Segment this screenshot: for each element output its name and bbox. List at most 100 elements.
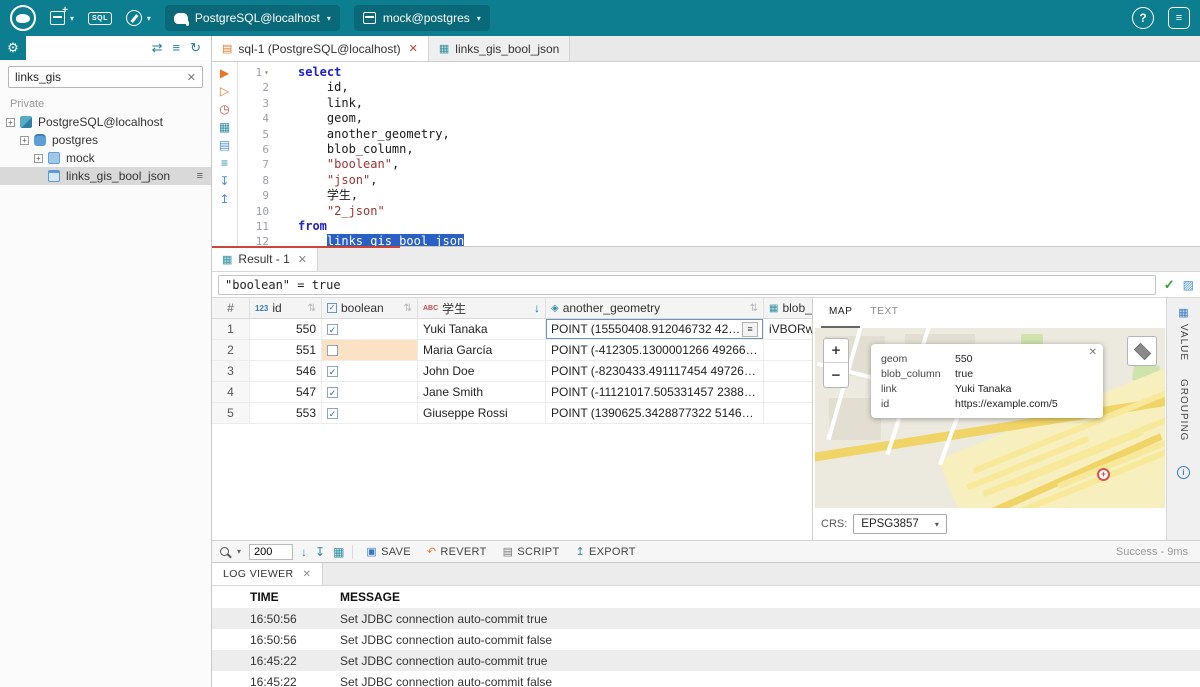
apply-filter-icon[interactable]: ✓ [1164,277,1175,293]
tab-text[interactable]: TEXT [862,304,906,328]
fold-icon[interactable]: ▾ [264,65,269,80]
cell-geometry[interactable]: POINT (-412305.1300001266 4926696.669635… [546,340,764,360]
cell-id[interactable]: 547 [250,382,322,402]
sql-code[interactable]: select id, link, geom, another_geometry,… [272,62,1200,246]
cell-boolean[interactable]: ✓ [322,319,418,339]
cell-boolean[interactable]: ✓ [322,361,418,381]
explain-plan-icon[interactable]: ▦ [219,121,230,134]
search-input[interactable] [15,70,187,84]
crs-select[interactable]: EPSG3857 ▾ [853,514,947,534]
tab-log-viewer[interactable]: LOG VIEWER ✕ [212,563,323,585]
column-header-student[interactable]: ABC学生↓ [418,298,546,318]
cell-id[interactable]: 550 [250,319,322,339]
tab-map[interactable]: MAP [821,304,860,328]
tab-table-editor[interactable]: ▦ links_gis_bool_json [429,36,570,61]
cell-boolean[interactable] [322,340,418,360]
expand-icon[interactable]: + [20,136,29,145]
cell-geometry[interactable]: POINT (-8230433.491117454 4972687.535733… [546,361,764,381]
expand-icon[interactable]: + [6,118,15,127]
cell-student[interactable]: Maria García [418,340,546,360]
expand-icon[interactable]: + [34,154,43,163]
cell-id[interactable]: 551 [250,340,322,360]
cell-blob[interactable] [764,361,812,381]
cell-student[interactable]: Yuki Tanaka [418,319,546,339]
sql-doc-icon[interactable]: ▤ [219,139,230,152]
close-icon[interactable]: ✕ [298,253,307,266]
fetch-size-input[interactable] [249,544,293,560]
clear-search-icon[interactable]: ✕ [187,71,196,84]
open-value-editor-button[interactable]: ≡ [742,322,758,337]
navigator-settings-button[interactable]: ⚙ [0,36,26,60]
cell-boolean[interactable]: ✓ [322,403,418,423]
sql-editor[interactable]: ▶ ▷ ◷ ▦ ▤ ≡ ↧ ↥ 1▾23456789101112 select … [212,62,1200,246]
info-icon[interactable]: i [1177,466,1190,479]
cell-blob[interactable] [764,382,812,402]
cell-blob[interactable]: iVBORw0KGg [764,319,812,339]
schedule-icon[interactable]: ◷ [219,103,229,116]
sql-editor-button[interactable]: SQL [88,12,112,25]
tab-sql-editor[interactable]: ▤ sql-1 (PostgreSQL@localhost) ✕ [212,36,429,61]
panel-tab-value[interactable]: ▦VALUE [1178,306,1189,361]
refresh-icon[interactable]: ↻ [190,40,201,56]
sync-icon[interactable]: ⇄ [152,40,163,56]
layers-button[interactable] [1127,336,1157,366]
cell-student[interactable]: John Doe [418,361,546,381]
item-menu-icon[interactable]: ≡ [197,170,203,182]
filter-menu-icon[interactable]: ▨ [1183,278,1194,292]
fetch-next-page-icon[interactable]: ↓ [301,545,307,559]
cell-student[interactable]: Giuseppe Rossi [418,403,546,423]
column-header-id[interactable]: 123id⇅ [250,298,322,318]
execute-script-icon[interactable]: ▷ [220,85,229,98]
fetch-all-rows-icon[interactable]: ↧ [315,545,325,559]
tree-item-connection[interactable]: +PostgreSQL@localhost [0,113,211,131]
collapse-all-icon[interactable]: ≡ [173,40,181,56]
cell-geometry[interactable]: POINT (-11121017.505331457 2388003.73183… [546,382,764,402]
map-view[interactable]: + + − ✕ geom550blob_columntruelinkYuki T… [815,328,1165,508]
filter-input[interactable] [218,275,1156,295]
search-rows-icon[interactable] [220,547,229,556]
cell-geometry[interactable]: POINT (15550408.912046732 4257980.732≡ [546,319,764,339]
zoom-in-button[interactable]: + [824,339,848,363]
script-button[interactable]: ▤SCRIPT [498,545,565,558]
tree-item-database[interactable]: +postgres [0,131,211,149]
tree-item-schema[interactable]: +mock [0,149,211,167]
format-sql-icon[interactable]: ≡ [221,157,228,170]
panel-tab-grouping[interactable]: GROUPING [1178,379,1189,441]
export-button[interactable]: ↥EXPORT [570,545,640,558]
column-header-num[interactable]: # [212,298,250,318]
cell-id[interactable]: 553 [250,403,322,423]
column-header-blob[interactable]: ▦blob_colu [764,298,812,318]
edit-mode-icon[interactable]: ▦ [333,545,344,559]
new-object-button[interactable]: ▾ [50,11,74,25]
execute-query-icon[interactable]: ▶ [220,67,229,80]
sort-icon[interactable]: ⇅ [308,303,316,314]
line-number: 1▾ [238,65,269,80]
tab-result-1[interactable]: ▦ Result - 1 ✕ [212,247,318,271]
settings-button[interactable]: ≡ [1168,7,1190,29]
database-selector[interactable]: mock@postgres ▾ [354,5,490,31]
save-button[interactable]: ▣SAVE [361,545,415,558]
sort-icon[interactable]: ⇅ [404,303,412,314]
column-header-bool[interactable]: ✓boolean⇅ [322,298,418,318]
popup-close-icon[interactable]: ✕ [1089,347,1097,358]
cell-blob[interactable] [764,403,812,423]
tree-item-table[interactable]: links_gis_bool_json≡ [0,167,211,185]
column-header-geom[interactable]: ◈another_geometry⇅ [546,298,764,318]
cell-student[interactable]: Jane Smith [418,382,546,402]
revert-button[interactable]: ↶REVERT [422,545,492,558]
close-icon[interactable]: ✕ [409,42,418,55]
load-sql-icon[interactable]: ↧ [219,175,229,188]
cell-boolean[interactable]: ✓ [322,382,418,402]
close-icon[interactable]: ✕ [303,569,312,580]
zoom-out-button[interactable]: − [824,363,848,387]
cell-blob[interactable] [764,340,812,360]
cell-geometry[interactable]: POINT (1390625.3428877322 5146430.457427 [546,403,764,423]
sort-desc-icon[interactable]: ↓ [534,301,540,315]
help-button[interactable]: ? [1132,7,1154,29]
cell-id[interactable]: 546 [250,361,322,381]
search-metadata-button[interactable]: ▾ [126,10,151,26]
save-sql-icon[interactable]: ↥ [219,193,229,206]
connection-selector[interactable]: PostgreSQL@localhost ▾ [165,5,340,31]
line-number: 2 [238,80,269,95]
sort-icon[interactable]: ⇅ [750,303,758,314]
